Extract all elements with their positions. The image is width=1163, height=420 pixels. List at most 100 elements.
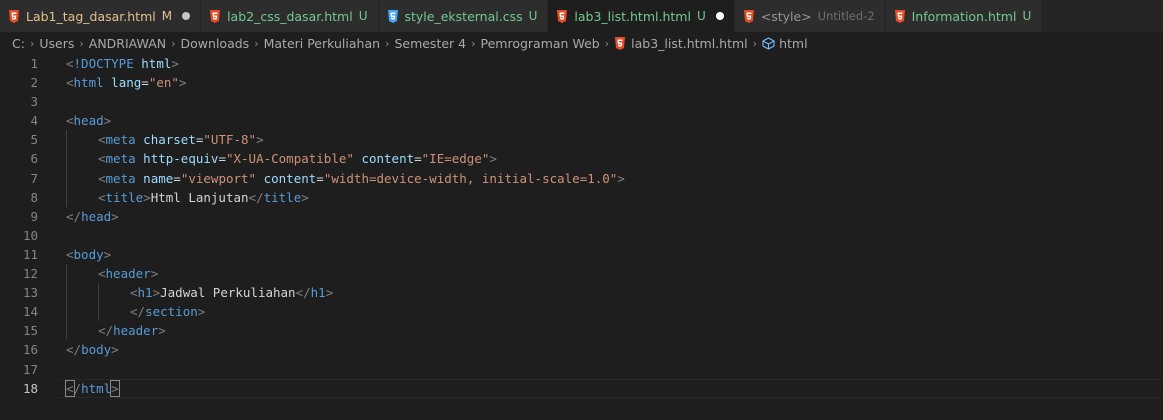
code-line[interactable]: 17	[0, 360, 1163, 379]
line-number: 4	[30, 113, 38, 129]
code-token: head	[73, 113, 104, 129]
indent-guide	[66, 302, 67, 322]
breadcrumb-file[interactable]: lab3_list.html.html	[614, 36, 748, 51]
code-token: "UTF-8"	[203, 132, 257, 148]
code-line[interactable]: 1 <!DOCTYPE html>	[0, 54, 1163, 73]
code-line[interactable]: 14 </section>	[0, 302, 1163, 322]
code-token: <	[65, 379, 75, 397]
code-token: "IE=edge"	[421, 151, 490, 167]
code-token: >	[111, 208, 119, 224]
code-text: <head>	[66, 111, 111, 130]
indent-guide	[66, 283, 67, 303]
breadcrumb-file-label: lab3_list.html.html	[631, 35, 748, 51]
tab-label: lab2_css_dasar.html	[227, 8, 353, 24]
code-token: "viewport"	[180, 170, 257, 186]
breadcrumb-item[interactable]: Users	[39, 36, 74, 51]
breadcrumb-symbol[interactable]: html	[762, 36, 808, 51]
unsaved-dot-icon[interactable]	[182, 12, 191, 20]
tab-bar: Lab1_tag_dasar.html Mlab2_css_dasar.html U…	[0, 0, 1163, 32]
code-line[interactable]: 9 </head>	[0, 207, 1163, 226]
breadcrumb-item[interactable]: C:	[12, 36, 25, 51]
indent-guide	[66, 264, 67, 284]
tab-label: lab3_list.html.html	[574, 8, 691, 24]
code-token: =	[218, 151, 226, 167]
code-text: <title>Html Lanjutan</title>	[98, 188, 309, 207]
code-token: Html Lanjutan	[150, 189, 249, 205]
code-line[interactable]: 5 <meta charset="UTF-8">	[0, 130, 1163, 150]
code-token: <	[66, 56, 74, 71]
code-line[interactable]: 3	[0, 92, 1163, 111]
line-number: 8	[30, 189, 38, 205]
code-line[interactable]: 7 <meta name="viewport" content="width=de…	[0, 168, 1163, 188]
tab-1[interactable]: Lab1_tag_dasar.html M	[0, 0, 202, 32]
code-token: >	[489, 151, 497, 167]
tab-label: Lab1_tag_dasar.html	[26, 8, 156, 24]
code-token: h1	[137, 285, 153, 301]
code-token: header	[113, 323, 159, 339]
code-token: html	[141, 56, 172, 71]
code-token: <	[98, 189, 106, 205]
tab-4[interactable]: lab3_list.html.html U	[548, 0, 735, 32]
symbol-element-icon	[762, 36, 775, 50]
line-number: 1	[30, 56, 38, 71]
code-token: >	[152, 285, 161, 301]
breadcrumb-item[interactable]: ANDRIAWAN	[89, 36, 166, 51]
code-token: >	[111, 342, 119, 358]
breadcrumb-item[interactable]: Downloads	[181, 36, 250, 51]
line-number: 11	[22, 246, 38, 262]
code-token: section	[145, 304, 198, 320]
code-line[interactable]: 11 <body>	[0, 245, 1163, 264]
line-number: 17	[22, 361, 38, 377]
tab-label: Information.html	[911, 8, 1017, 24]
code-token: "width=device-width, initial-scale=1.0"	[323, 170, 618, 186]
code-line[interactable]: 13 <h1>Jadwal Perkuliahan</h1>	[0, 283, 1163, 303]
code-text: <meta name="viewport" content="width=dev…	[98, 169, 625, 188]
code-token: >	[178, 75, 187, 91]
code-line[interactable]: 12 <header>	[0, 264, 1163, 284]
code-line[interactable]: 15 </header>	[0, 321, 1163, 341]
code-token: </	[66, 208, 82, 224]
code-text: </body>	[66, 340, 119, 359]
breadcrumb-item[interactable]: Pemrograman Web	[481, 36, 600, 51]
code-editor[interactable]: 1 <!DOCTYPE html> 2 <html lang="en"> 3 4 <head…	[0, 54, 1163, 420]
tab-3[interactable]: style_eksternal.css U	[378, 0, 549, 32]
tab-2[interactable]: lab2_css_dasar.html U	[201, 0, 379, 32]
code-token: </	[295, 285, 311, 301]
code-token: =	[316, 170, 324, 186]
code-line[interactable]: 10	[0, 226, 1163, 245]
code-line[interactable]: 4 <head>	[0, 111, 1163, 130]
line-number: 15	[22, 323, 38, 339]
code-token: </	[66, 342, 82, 358]
code-line[interactable]: 16 </body>	[0, 340, 1163, 359]
breadcrumb-item[interactable]: Semester 4	[394, 36, 466, 51]
line-number: 10	[22, 227, 38, 243]
code-token: >	[301, 189, 309, 205]
html5-icon	[894, 9, 906, 23]
line-number: 3	[30, 94, 38, 110]
code-token: body	[81, 342, 112, 358]
code-token: <	[98, 170, 106, 186]
chevron-right-icon: ›	[79, 36, 84, 50]
code-text: <meta http-equiv="X-UA-Compatible" conte…	[98, 149, 497, 168]
breadcrumb-item[interactable]: Materi Perkuliahan	[264, 36, 380, 51]
code-token: >	[143, 189, 151, 205]
line-number: 18	[22, 380, 38, 396]
unsaved-dot-icon[interactable]	[715, 12, 724, 20]
code-line[interactable]: 18 </html>	[0, 378, 1163, 398]
git-status-badge: U	[696, 9, 706, 23]
code-line[interactable]: 6 <meta http-equiv="X-UA-Compatible" cont…	[0, 149, 1163, 169]
html5-icon	[209, 9, 221, 23]
tab-5[interactable]: <style> Untitled-2	[734, 0, 886, 32]
indent-guide	[66, 149, 67, 169]
code-line[interactable]: 8 <title>Html Lanjutan</title>	[0, 187, 1163, 207]
code-text: </html>	[65, 379, 120, 398]
code-token: meta	[105, 170, 136, 186]
code-line[interactable]: 2 <html lang="en">	[0, 73, 1163, 92]
tab-label: style_eksternal.css	[404, 8, 523, 24]
code-token: >	[617, 170, 625, 186]
line-number: 9	[30, 208, 38, 224]
code-token: </	[130, 304, 146, 320]
tab-6[interactable]: Information.html U	[885, 0, 1043, 32]
code-token: /	[73, 380, 82, 396]
